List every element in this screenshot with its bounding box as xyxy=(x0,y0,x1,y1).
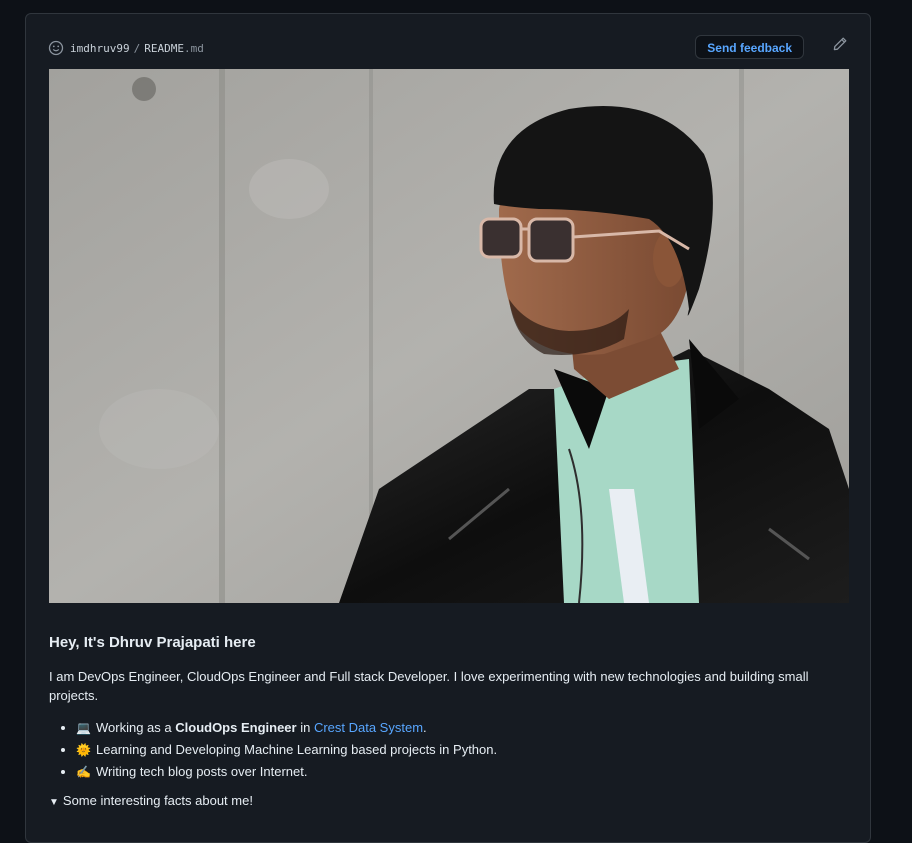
repo-owner-link[interactable]: imdhruv99 xyxy=(70,42,130,55)
readme-header: imdhruv99/README.md Send feedback xyxy=(48,35,848,60)
file-extension: .md xyxy=(183,41,204,55)
company-link[interactable]: Crest Data System xyxy=(314,720,423,735)
list-item: 💻 Working as a CloudOps Engineer in Crest… xyxy=(76,717,849,739)
readme-heading: Hey, It's Dhruv Prajapati here xyxy=(49,634,256,651)
writing-hand-icon: ✍️ xyxy=(76,765,91,779)
item-text-suffix: . xyxy=(423,720,427,735)
facts-details-toggle[interactable]: ▼ Some interesting facts about me! xyxy=(49,793,849,808)
facts-list: 💻 Working as a CloudOps Engineer in Crest… xyxy=(49,717,849,783)
file-path: imdhruv99/README.md xyxy=(70,42,204,55)
item-text: Writing tech blog posts over Internet. xyxy=(96,764,308,779)
readme-body: Hey, It's Dhruv Prajapati here I am DevO… xyxy=(49,634,849,808)
triangle-down-icon: ▼ xyxy=(49,797,59,808)
details-summary: Some interesting facts about me! xyxy=(62,793,253,808)
smiley-icon xyxy=(48,40,64,56)
laptop-icon: 💻 xyxy=(76,721,91,735)
path-separator: / xyxy=(133,41,141,55)
file-name: README xyxy=(144,41,184,55)
send-feedback-button[interactable]: Send feedback xyxy=(695,35,804,59)
readme-card: imdhruv99/README.md Send feedback Hey, I… xyxy=(25,13,871,843)
sun-icon: 🌞 xyxy=(76,743,91,757)
pencil-icon[interactable] xyxy=(832,36,848,52)
item-text: Learning and Developing Machine Learning… xyxy=(96,742,498,757)
intro-paragraph: I am DevOps Engineer, CloudOps Engineer … xyxy=(49,669,809,703)
item-text-prefix: Working as a xyxy=(96,720,176,735)
list-item: 🌞 Learning and Developing Machine Learnin… xyxy=(76,739,849,761)
profile-photo xyxy=(49,69,849,603)
item-bold: CloudOps Engineer xyxy=(175,720,297,735)
item-text-middle: in xyxy=(296,720,314,735)
list-item: ✍️ Writing tech blog posts over Internet. xyxy=(76,761,849,783)
